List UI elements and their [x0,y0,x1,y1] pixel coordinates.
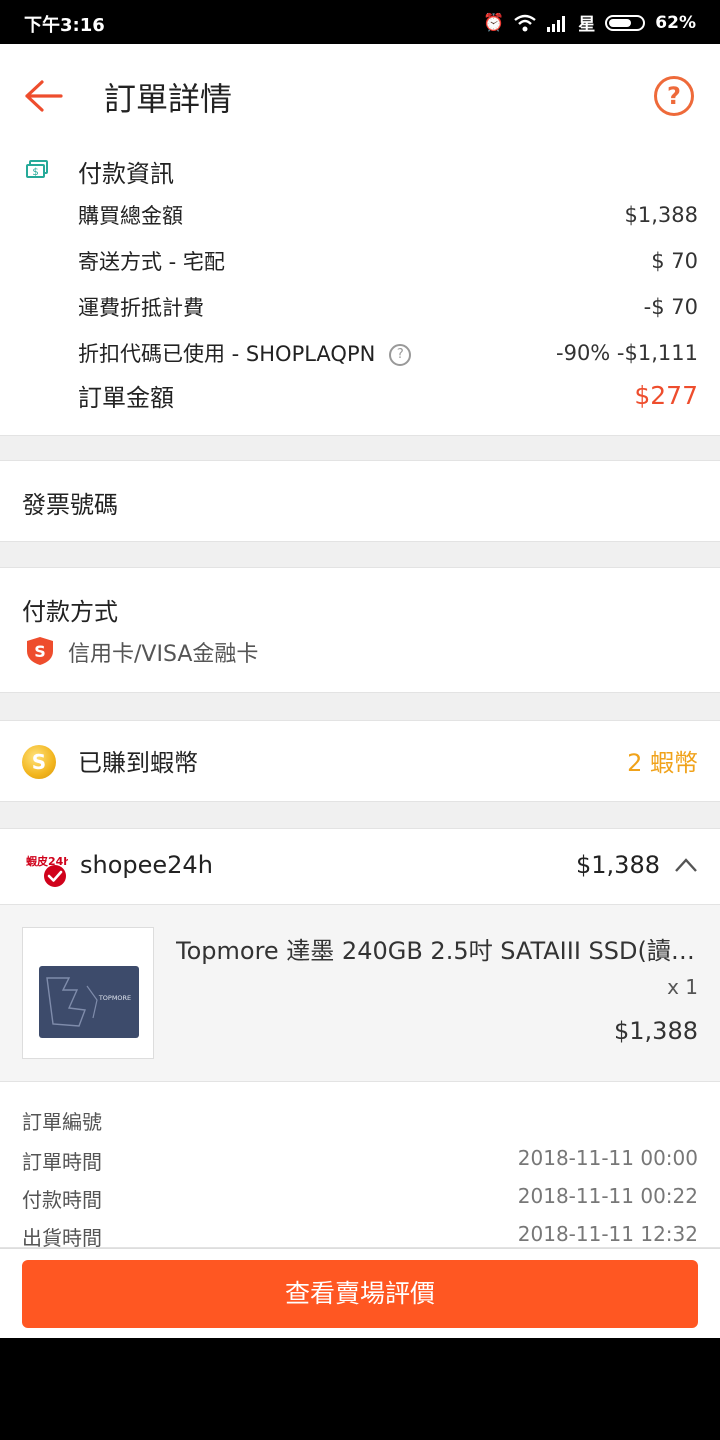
payment-time-label: 付款時間 [22,1188,102,1212]
view-shop-rating-button[interactable]: 查看賣場評價 [22,1260,698,1328]
status-bar: 下午3:16 ⏰ 星 62% [0,0,720,44]
payment-info-title: 付款資訊 [78,160,174,188]
coins-section: S 已賺到蝦幣 2 蝦幣 [0,720,720,802]
payment-time-row: 付款時間 2018-11-11 00:22 [22,1184,698,1213]
order-total-label: 訂單金額 [78,384,174,412]
battery-percent: 62% [655,12,696,33]
shipping-discount-label: 運費折抵計費 [78,296,204,320]
ship-time-label: 出貨時間 [22,1226,102,1250]
promo-code-value: -90% -$1,111 [556,341,698,365]
wifi-icon [514,14,537,31]
product-quantity: x 1 [667,975,698,999]
page-title: 訂單詳情 [104,80,233,118]
svg-text:S: S [34,642,46,661]
order-time-label: 訂單時間 [22,1150,102,1174]
shop-logo: 蝦皮24h [24,851,71,889]
ship-time-row: 出貨時間 2018-11-11 12:32 [22,1222,698,1251]
subtotal-label: 購買總金額 [78,204,183,228]
payment-info-section: $ 付款資訊 購買總金額 $1,388 寄送方式 - 宅配 $ 70 運費折抵計… [0,148,720,436]
order-time-value: 2018-11-11 00:00 [517,1146,698,1170]
order-meta-section: 訂單編號 訂單時間 2018-11-11 00:00 付款時間 2018-11-… [0,1082,720,1251]
shopee-guarantee-shield-icon: S [27,637,53,665]
coins-value: 2 蝦幣 [627,749,698,777]
subtotal-value: $1,388 [624,203,698,227]
order-detail-screen: 下午3:16 ⏰ 星 62% 訂單詳情 ? $ 付款資訊 購買總金額 $1,38… [0,0,720,1338]
shipping-value: $ 70 [651,249,698,273]
promo-code-label: 折扣代碼已使用 - SHOPLAQPN [78,342,376,366]
order-number-label: 訂單編號 [22,1110,102,1134]
carrier-label: 星 [578,15,596,35]
shop-header[interactable]: 蝦皮24h shopee24h $1,388 [0,828,720,905]
shipping-discount-value: -$ 70 [643,295,698,319]
signal-icon [547,15,566,32]
svg-text:$: $ [32,167,38,178]
coin-icon: S [22,745,56,779]
battery-icon [605,14,646,31]
order-number-row: 訂單編號 [22,1106,698,1135]
product-image: TOPMORE [22,927,154,1059]
order-time-row: 訂單時間 2018-11-11 00:00 [22,1146,698,1175]
money-icon: $ [26,160,48,178]
back-arrow-icon[interactable] [22,76,64,116]
bottom-action-bar: 查看賣場評價 [0,1248,720,1338]
payment-time-value: 2018-11-11 00:22 [517,1184,698,1208]
help-icon[interactable]: ? [654,76,694,116]
shop-logo-text: 蝦皮24h [26,854,68,868]
shop-total: $1,388 [576,851,660,879]
product-price: $1,388 [614,1017,698,1045]
alarm-icon: ⏰ [483,12,505,33]
invoice-section[interactable]: 發票號碼 [0,460,720,542]
shipping-discount-row: 運費折抵計費 -$ 70 [78,292,698,322]
app-bar: 訂單詳情 ? [0,44,720,148]
status-icons: ⏰ 星 62% [483,10,696,36]
ship-time-value: 2018-11-11 12:32 [517,1222,698,1246]
coins-label: 已賺到蝦幣 [78,749,198,777]
product-brand-print: TOPMORE [98,994,131,1002]
product-item[interactable]: TOPMORE Topmore 達墨 240GB 2.5吋 SATAIII SS… [0,904,720,1082]
shop-name[interactable]: shopee24h [80,851,213,879]
payment-method-value: 信用卡/VISA金融卡 [68,642,259,667]
promo-code-label-wrap: 折扣代碼已使用 - SHOPLAQPN? [78,338,412,368]
chevron-up-icon[interactable] [674,857,698,873]
shipping-row: 寄送方式 - 宅配 $ 70 [78,246,698,276]
status-time: 下午3:16 [24,15,105,36]
payment-method-section: 付款方式 S 信用卡/VISA金融卡 [0,567,720,693]
product-title[interactable]: Topmore 達墨 240GB 2.5吋 SATAIII SSD(讀550MB… [176,931,696,966]
payment-method-title: 付款方式 [22,598,118,626]
order-total-value: $277 [634,381,698,410]
promo-code-row: 折扣代碼已使用 - SHOPLAQPN? -90% -$1,111 [78,338,698,368]
invoice-title: 發票號碼 [22,491,118,519]
question-icon[interactable]: ? [389,344,412,366]
order-total-row: 訂單金額 $277 [78,378,698,413]
subtotal-row: 購買總金額 $1,388 [78,200,698,230]
shipping-label: 寄送方式 - 宅配 [78,250,225,274]
